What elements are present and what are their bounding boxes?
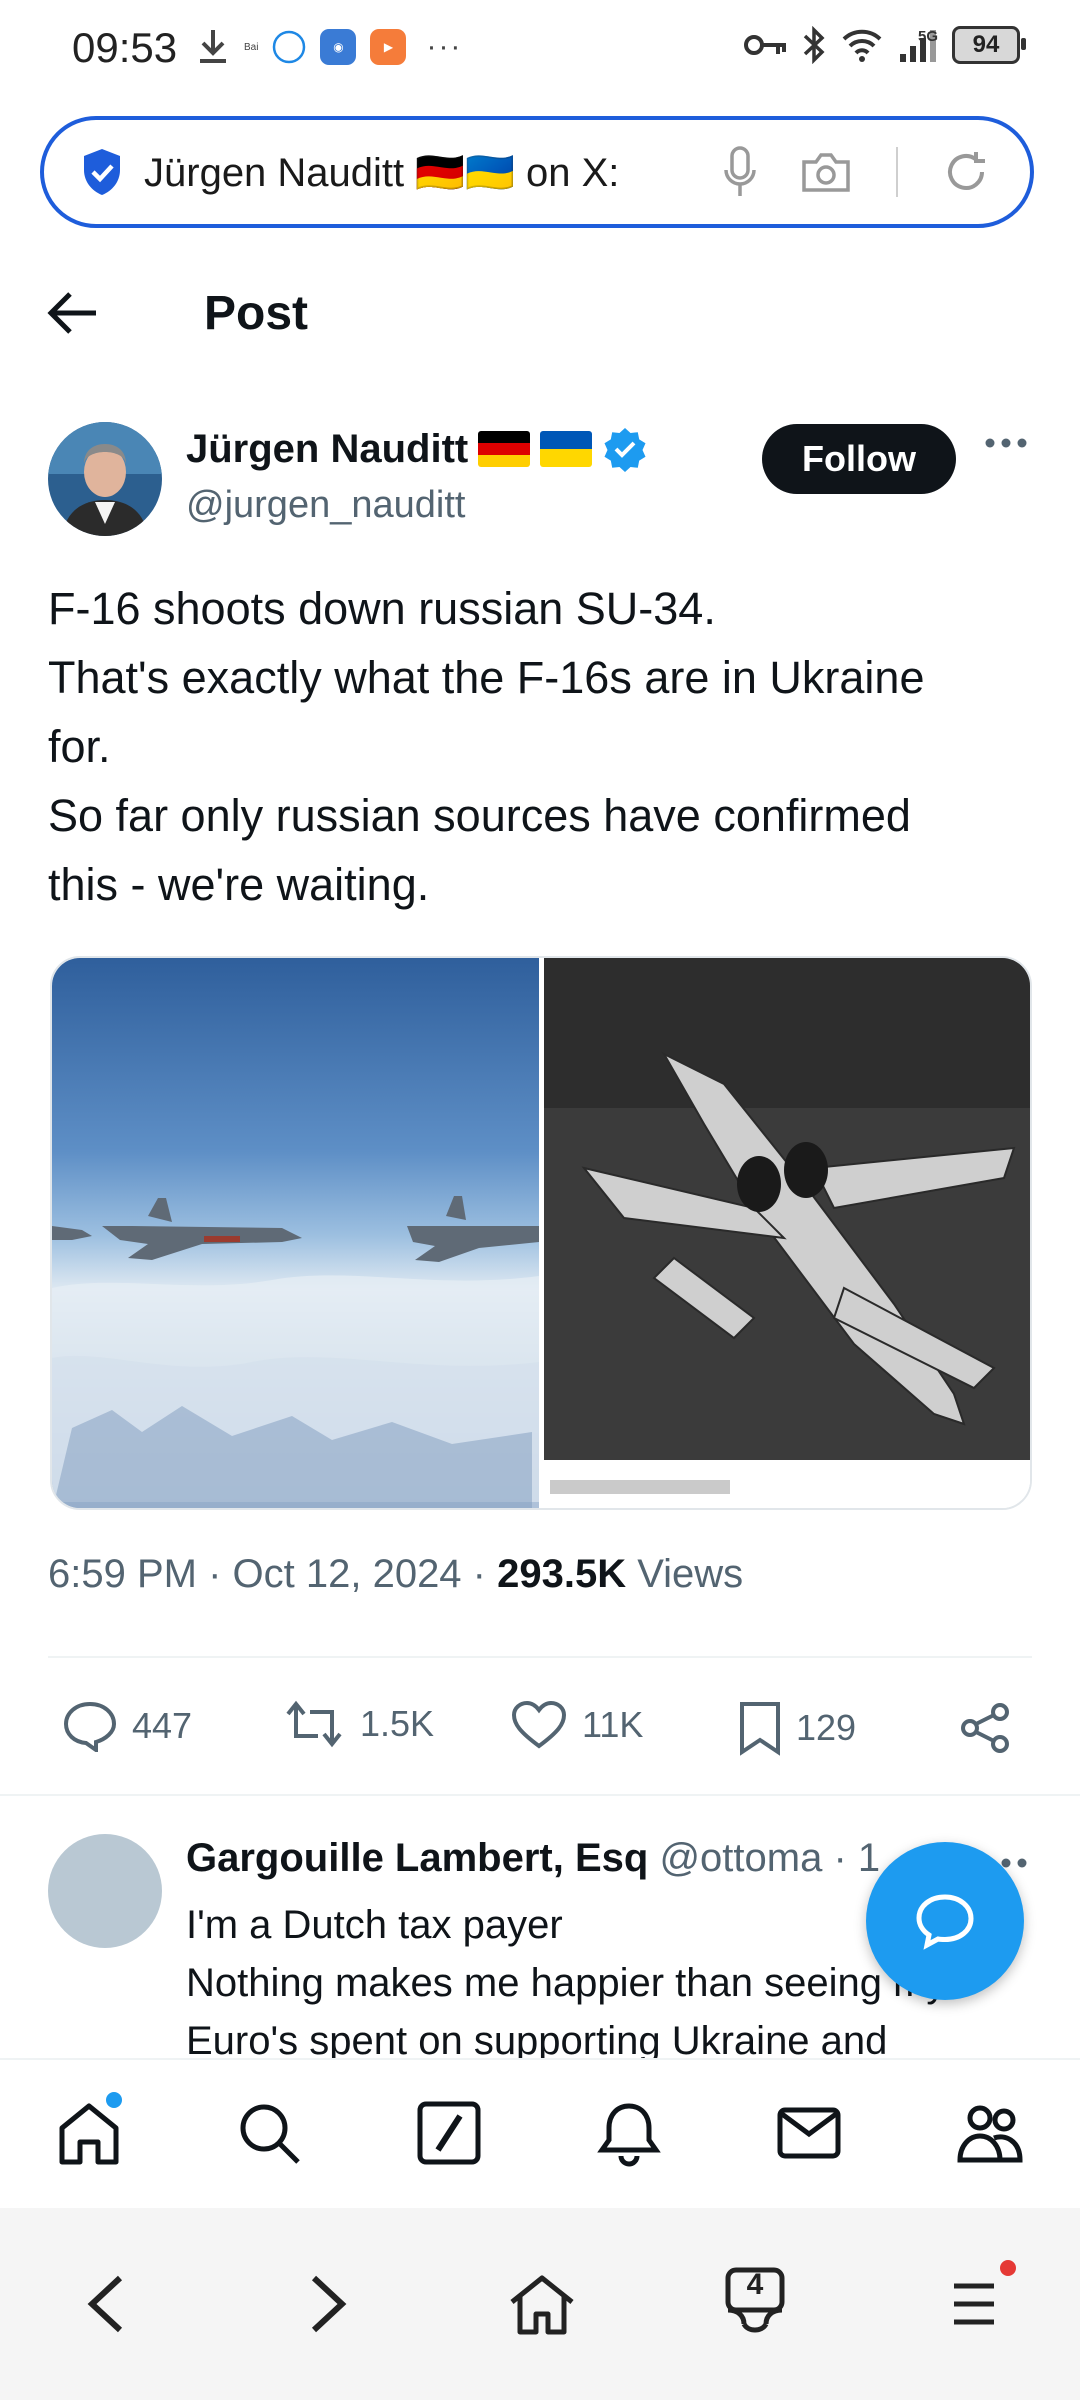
reply-avatar[interactable] (48, 1834, 162, 1948)
like-icon (511, 1700, 567, 1749)
repost-button[interactable]: 1.5K (282, 1700, 434, 1748)
reply-button[interactable]: 447 (62, 1700, 192, 1752)
repost-icon (286, 1700, 342, 1748)
reply-author-name[interactable]: Gargouille Lambert, Esq (186, 1836, 648, 1880)
key-icon (744, 35, 786, 55)
bookmark-count: 129 (796, 1707, 857, 1748)
f16-formation-image[interactable] (52, 958, 539, 1508)
author-name[interactable]: Jürgen Nauditt (186, 426, 648, 472)
views-count: 293.5K (497, 1552, 627, 1596)
author-name-text[interactable]: Jürgen Nauditt (186, 427, 468, 472)
tab-count: 4 (746, 2268, 764, 2301)
share-icon (961, 1703, 1009, 1753)
author-handle[interactable]: @jurgen_nauditt (186, 484, 465, 527)
reply-icon (63, 1701, 117, 1752)
tabs-button[interactable]: 4 (722, 2266, 788, 2338)
bottom-nav (0, 2058, 1080, 2210)
battery-indicator: 94 (952, 26, 1026, 64)
bookmark-icon (740, 1702, 780, 1756)
divider (48, 1656, 1032, 1658)
url-bar[interactable]: Jürgen Nauditt 🇩🇪🇺🇦 on X: (40, 116, 1034, 228)
communities-icon[interactable] (954, 2098, 1026, 2168)
follow-button[interactable]: Follow (762, 424, 956, 494)
author-avatar[interactable] (48, 422, 162, 536)
status-overflow-icon: ··· (426, 30, 463, 63)
status-bar: 09:53 Bai ◉ ▶ ··· 94 5G (0, 0, 1080, 100)
browser-forward-icon[interactable] (306, 2272, 350, 2336)
download-icon (200, 30, 226, 63)
post-text-line: F-16 shoots down russian SU-34. (48, 583, 716, 634)
divider (0, 1794, 1080, 1796)
post-text-line: That's exactly what the F-16s are in Ukr… (48, 652, 925, 703)
reload-icon[interactable] (942, 148, 990, 196)
ifly-app-icon (273, 30, 306, 64)
video-app-icon: ▶ (370, 29, 407, 65)
url-divider (896, 147, 898, 197)
app-badge-icon: ◉ (320, 29, 357, 65)
status-system-icons: 94 (744, 26, 1026, 64)
share-button[interactable] (958, 1700, 1014, 1756)
bookmark-button[interactable]: 129 (738, 1700, 856, 1756)
reply-header[interactable]: Gargouille Lambert, Esq @ottoma · 1 (186, 1836, 880, 1881)
menu-notification-dot (1000, 2260, 1016, 2276)
repost-count: 1.5K (360, 1703, 435, 1744)
grok-icon[interactable] (414, 2098, 484, 2168)
reply-count: 447 (132, 1705, 193, 1746)
post-timestamp: 6:59 PM · Oct 12, 2024 · 293.5K Views (48, 1552, 743, 1597)
su34-image[interactable] (544, 958, 1030, 1508)
chat-bubble-icon (916, 1894, 974, 1950)
post-media[interactable] (50, 956, 1032, 1510)
reply-author-handle[interactable]: @ottoma · 1 (648, 1836, 880, 1880)
camera-icon[interactable] (800, 150, 852, 194)
views-label: Views (626, 1552, 744, 1596)
germany-flag-icon (478, 431, 531, 467)
browser-home-icon[interactable] (506, 2272, 578, 2338)
mic-icon[interactable] (724, 146, 756, 198)
bluetooth-icon (803, 26, 825, 64)
network-type: 5G (917, 28, 938, 45)
browser-back-icon[interactable] (84, 2272, 128, 2336)
back-arrow-icon[interactable] (46, 288, 100, 338)
shield-check-icon (84, 149, 120, 195)
status-time: 09:53 (72, 24, 178, 71)
more-icon[interactable] (984, 436, 1028, 450)
post-text: F-16 shoots down russian SU-34. That's e… (48, 574, 1038, 919)
home-notification-dot (106, 2092, 122, 2108)
post-text-line: So far only russian sources have confirm… (48, 790, 911, 841)
like-count: 11K (582, 1704, 644, 1745)
post-text-line: this - we're waiting. (48, 859, 430, 910)
post-text-line: for. (48, 721, 111, 772)
home-icon[interactable] (54, 2098, 124, 2168)
like-button[interactable]: 11K (510, 1700, 643, 1750)
post-time: 6:59 PM · Oct 12, 2024 · (48, 1552, 498, 1596)
search-icon[interactable] (234, 2098, 304, 2168)
browser-menu-icon[interactable] (950, 2280, 998, 2328)
messages-icon[interactable] (774, 2098, 844, 2168)
url-text[interactable]: Jürgen Nauditt 🇩🇪🇺🇦 on X: (144, 149, 619, 196)
browser-toolbar: 4 (0, 2208, 1080, 2400)
notifications-icon[interactable] (594, 2098, 664, 2168)
compose-reply-button[interactable] (866, 1842, 1024, 2000)
verified-badge-icon (604, 428, 646, 472)
baidu-app-icon: Bai (244, 41, 259, 53)
page-title: Post (204, 287, 309, 340)
status-notification-icons: Bai ◉ ▶ ··· (196, 28, 462, 66)
wifi-icon (842, 29, 882, 62)
ukraine-flag-icon (540, 431, 593, 467)
